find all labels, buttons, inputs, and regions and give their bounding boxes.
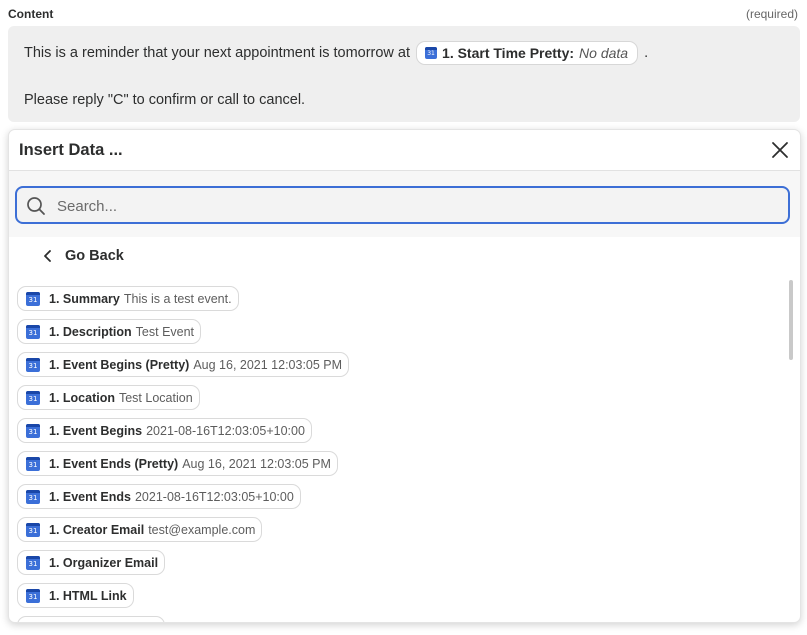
google-calendar-icon	[26, 456, 40, 471]
google-calendar-icon	[425, 47, 438, 59]
content-line-2: Please reply "C" to confirm or call to c…	[24, 92, 306, 108]
item-key: 1. Summary	[49, 291, 120, 306]
list-item-event-begins-pretty[interactable]: 1. Event Begins (Pretty) Aug 16, 2021 12…	[17, 352, 350, 377]
list-item-creator-email[interactable]: 1. Creator Email test@example.com	[17, 517, 263, 542]
list-item-partial[interactable]	[17, 616, 165, 622]
close-icon	[772, 142, 788, 158]
item-key: 1. Event Begins	[49, 423, 143, 438]
content-text-before: This is a reminder that your next appoin…	[24, 45, 411, 61]
list-item-event-begins[interactable]: 1. Event Begins 2021-08-16T12:03:05+10:0…	[17, 418, 312, 443]
content-text-after: .	[644, 45, 649, 61]
google-calendar-icon	[26, 522, 40, 537]
google-calendar-icon	[26, 423, 40, 438]
search-input[interactable]	[55, 194, 779, 218]
item-value: test@example.com	[148, 522, 256, 537]
item-key: 1. Event Ends (Pretty)	[49, 456, 179, 471]
item-value: Aug 16, 2021 12:03:05 PM	[182, 456, 331, 471]
google-calendar-icon	[26, 588, 40, 603]
inserted-field-pill[interactable]: 1. Start Time Pretty: No data	[416, 41, 639, 65]
google-calendar-icon	[26, 489, 40, 504]
required-indicator: (required)	[745, 7, 798, 21]
item-key: 1. Event Begins (Pretty)	[49, 357, 190, 372]
item-value: Test Event	[135, 324, 195, 339]
search-icon	[27, 197, 45, 215]
close-button[interactable]	[770, 140, 790, 160]
item-key: 1. Creator Email	[49, 522, 145, 537]
list-item-description[interactable]: 1. Description Test Event	[17, 319, 202, 344]
item-key: 1. Location	[49, 390, 115, 405]
content-line-1: This is a reminder that your next appoin…	[24, 41, 648, 65]
content-editor[interactable]: This is a reminder that your next appoin…	[8, 26, 800, 122]
list-item-summary[interactable]: 1. Summary This is a test event.	[17, 286, 239, 311]
chevron-left-icon	[44, 250, 51, 262]
list-item-event-ends[interactable]: 1. Event Ends 2021-08-16T12:03:05+10:00	[17, 484, 301, 509]
list-item-location[interactable]: 1. Location Test Location	[17, 385, 200, 410]
item-key: 1. Description	[49, 324, 132, 339]
google-calendar-icon	[26, 291, 40, 306]
google-calendar-icon	[26, 555, 40, 570]
google-calendar-icon	[26, 324, 40, 339]
item-value: 2021-08-16T12:03:05+10:00	[134, 489, 294, 504]
item-key: 1. Organizer Email	[49, 555, 159, 570]
go-back-label: Go Back	[65, 248, 124, 264]
list-item-event-ends-pretty[interactable]: 1. Event Ends (Pretty) Aug 16, 2021 12:0…	[17, 451, 338, 476]
item-value: This is a test event.	[123, 291, 232, 306]
insert-data-panel: Insert Data ... Go Back 1. Summary This …	[8, 129, 801, 623]
go-back-button[interactable]: Go Back	[43, 248, 124, 264]
search-box[interactable]	[15, 186, 790, 224]
pill-value: No data	[579, 45, 629, 61]
item-value: 2021-08-16T12:03:05+10:00	[146, 423, 305, 438]
panel-title: Insert Data ...	[19, 141, 123, 159]
google-calendar-icon	[26, 390, 40, 405]
item-key: 1. HTML Link	[49, 588, 127, 603]
pill-key: 1. Start Time Pretty:	[442, 45, 575, 61]
search-area	[9, 171, 800, 237]
item-key: 1. Event Ends	[49, 489, 131, 504]
list-scrollbar[interactable]	[789, 280, 793, 360]
google-calendar-icon	[26, 357, 40, 372]
list-item-organizer-email[interactable]: 1. Organizer Email	[17, 550, 166, 575]
content-field-label: Content	[8, 7, 54, 21]
panel-header: Insert Data ...	[9, 130, 800, 171]
list-item-html-link[interactable]: 1. HTML Link	[17, 583, 134, 608]
item-value: Test Location	[118, 390, 193, 405]
item-value: Aug 16, 2021 12:03:05 PM	[193, 357, 343, 372]
